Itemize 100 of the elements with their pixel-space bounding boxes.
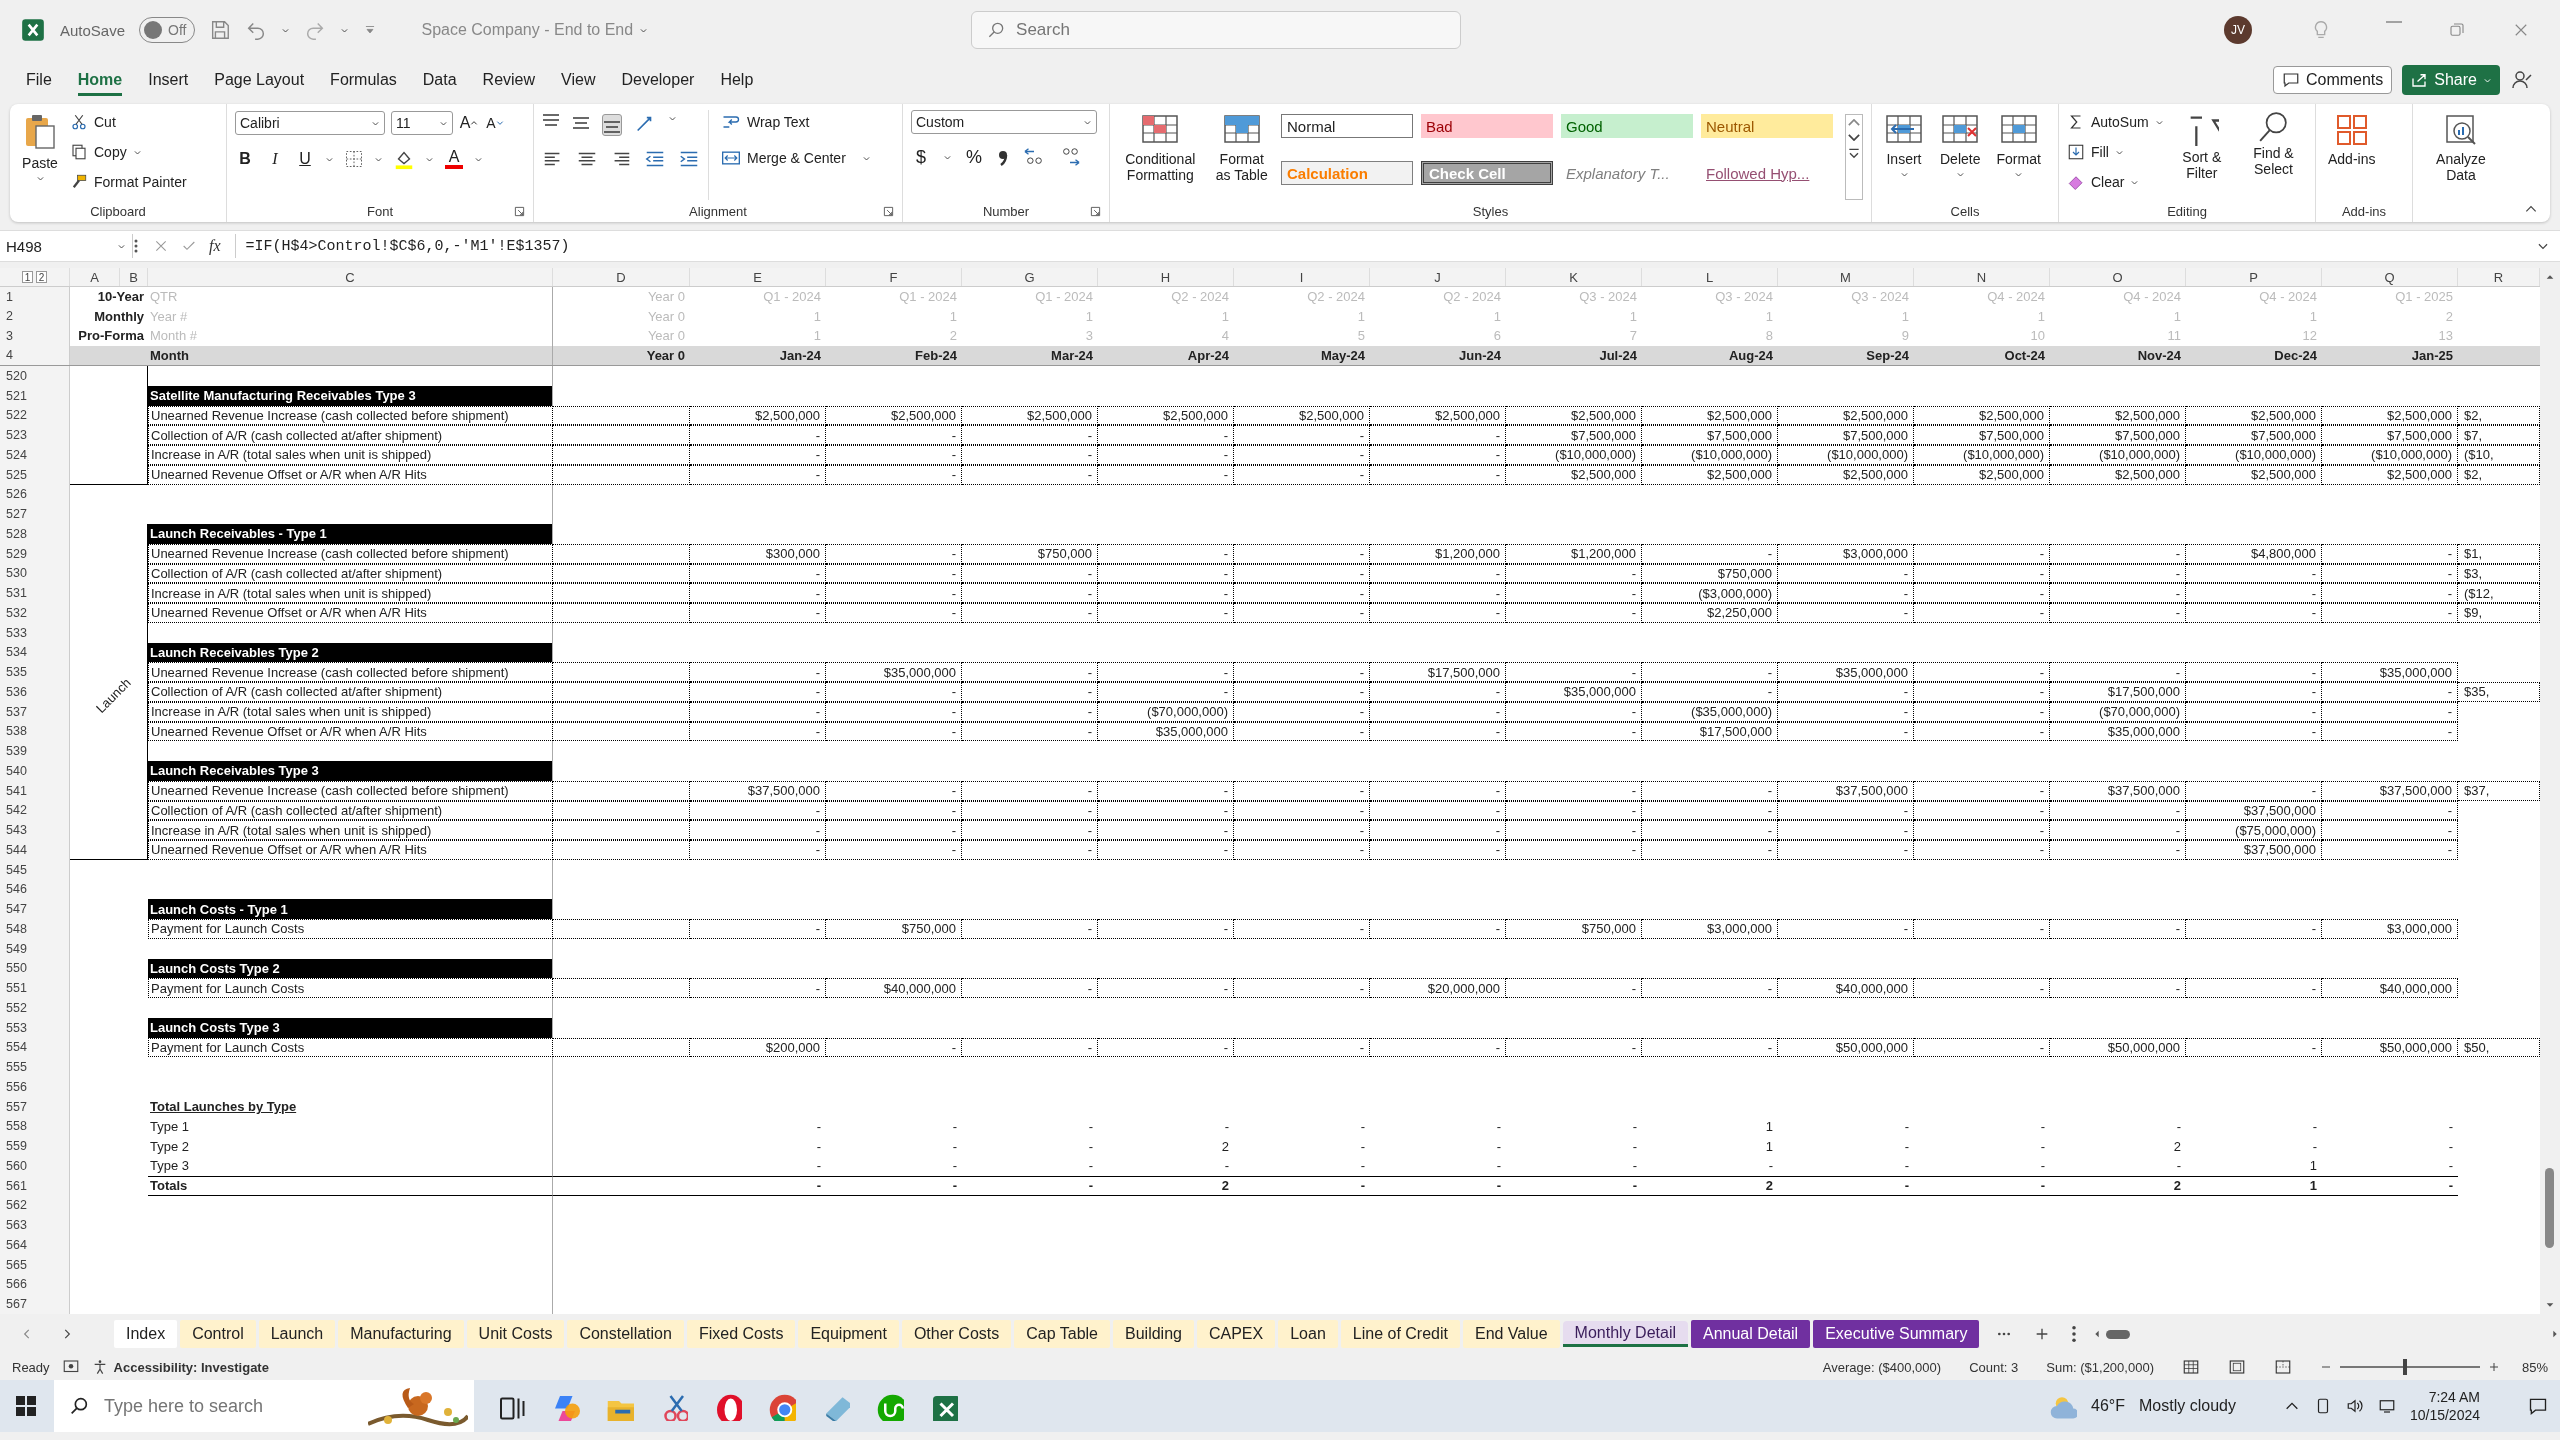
row-number[interactable]: 566 — [0, 1274, 70, 1295]
row-number[interactable]: 548 — [0, 919, 70, 939]
column-header[interactable]: P — [2186, 268, 2322, 286]
column-header[interactable]: G — [962, 268, 1098, 286]
zoom-percent[interactable]: 85% — [2521, 1359, 2548, 1375]
conditional-formatting-button[interactable]: Conditional Formatting — [1118, 110, 1203, 200]
column-header[interactable]: J — [1370, 268, 1506, 286]
search-box[interactable]: Search — [971, 11, 1462, 49]
column-header[interactable]: F — [826, 268, 962, 286]
copy-button[interactable]: Copy — [70, 140, 187, 164]
row-number[interactable]: 522 — [0, 405, 70, 426]
row-number[interactable]: 558 — [0, 1116, 70, 1137]
row-number[interactable]: 531 — [0, 583, 70, 603]
sheet-tab[interactable]: Line of Credit — [1340, 1320, 1460, 1348]
sheet-tab[interactable]: Control — [180, 1320, 256, 1348]
name-box[interactable]: H498 — [0, 234, 133, 258]
ribbon-tab[interactable]: Formulas — [330, 64, 397, 96]
find-select-button[interactable]: Find & Select — [2240, 110, 2307, 200]
cell-style-swatch[interactable]: Normal — [1281, 114, 1413, 138]
row-number[interactable]: 543 — [0, 820, 70, 840]
taskbar-search-field[interactable]: Type here to search — [104, 1380, 304, 1432]
row-number[interactable]: 555 — [0, 1057, 70, 1077]
cell-style-swatch[interactable]: Bad — [1421, 114, 1553, 138]
fill-button[interactable]: Fill — [2067, 140, 2164, 164]
column-header[interactable]: D — [553, 268, 690, 286]
ribbon-tab[interactable]: Help — [720, 64, 754, 96]
row-number[interactable]: 559 — [0, 1136, 70, 1156]
search-field[interactable]: Search — [1016, 12, 1447, 48]
row-number[interactable]: 525 — [0, 464, 70, 485]
sheet-tab[interactable]: Monthly Detail — [1562, 1321, 1688, 1347]
row-number[interactable]: 3 — [0, 326, 70, 346]
cell-style-swatch[interactable]: Good — [1561, 114, 1693, 138]
row-number[interactable]: 533 — [0, 622, 70, 643]
ribbon-tab[interactable]: Home — [77, 64, 123, 96]
sheet-tab[interactable]: Fixed Costs — [686, 1320, 796, 1348]
delete-cells-button[interactable]: Delete — [1936, 110, 1985, 200]
sheet-tab[interactable]: Other Costs — [901, 1320, 1012, 1348]
format-as-table-button[interactable]: Format as Table — [1210, 110, 1273, 200]
format-cells-button[interactable]: Format — [1992, 110, 2045, 200]
grow-font-button[interactable]: A — [459, 110, 479, 136]
row-number[interactable]: 562 — [0, 1195, 70, 1216]
cell-style-swatch[interactable]: Neutral — [1701, 114, 1833, 138]
outline-level-button[interactable]: 2 — [36, 271, 47, 283]
sheet-tab[interactable]: Annual Detail — [1691, 1320, 1811, 1348]
taskbar-search-box[interactable]: Type here to search — [54, 1380, 474, 1432]
share-button[interactable]: Share — [2402, 65, 2500, 95]
row-number[interactable]: 537 — [0, 701, 70, 722]
ribbon-tab[interactable]: Review — [482, 64, 536, 96]
row-number[interactable]: 536 — [0, 682, 70, 702]
row-number[interactable]: 526 — [0, 484, 70, 505]
formula-field[interactable]: =IF(H$4>Control!$C$6,0,-'M1'!E$1357) — [235, 237, 2536, 255]
analyze-data-button[interactable]: Analyze Data — [2421, 110, 2501, 222]
cut-button[interactable]: Cut — [70, 110, 187, 134]
autosum-button[interactable]: AutoSum — [2067, 110, 2164, 134]
number-format-dropdown[interactable]: Custom — [911, 110, 1097, 134]
row-number[interactable]: 552 — [0, 998, 70, 1018]
row-number[interactable]: 534 — [0, 642, 70, 663]
column-header[interactable]: I — [1234, 268, 1370, 286]
insert-function-button[interactable]: fx — [209, 237, 221, 255]
accessibility-status[interactable]: Accessibility: Investigate — [113, 1359, 269, 1375]
column-header[interactable]: H — [1098, 268, 1234, 286]
sheet-tab[interactable]: Unit Costs — [466, 1320, 565, 1348]
clear-button[interactable]: Clear — [2067, 170, 2164, 194]
row-number[interactable]: 557 — [0, 1096, 70, 1117]
sheet-tab[interactable]: End Value — [1462, 1320, 1560, 1348]
row-number[interactable]: 524 — [0, 445, 70, 465]
ribbon-tab[interactable]: Developer — [621, 64, 695, 96]
sheet-tab[interactable]: Constellation — [567, 1320, 684, 1348]
font-color-button[interactable]: A — [444, 146, 464, 172]
column-header[interactable]: A — [70, 268, 120, 286]
paste-button[interactable]: Paste — [18, 110, 62, 200]
row-number[interactable]: 550 — [0, 958, 70, 979]
row-number[interactable]: 523 — [0, 425, 70, 445]
add-ins-button[interactable]: Add-ins — [2324, 110, 2380, 200]
row-number[interactable]: 544 — [0, 840, 70, 860]
row-number[interactable]: 560 — [0, 1156, 70, 1176]
italic-button[interactable]: I — [265, 146, 285, 172]
sheet-tab[interactable]: CAPEX — [1196, 1320, 1276, 1348]
row-number[interactable]: 529 — [0, 543, 70, 564]
row-number[interactable]: 542 — [0, 800, 70, 821]
row-number[interactable]: 538 — [0, 721, 70, 742]
sheet-tab[interactable]: Equipment — [798, 1320, 899, 1348]
row-number[interactable]: 549 — [0, 938, 70, 959]
ribbon-tab[interactable]: Insert — [148, 64, 189, 96]
font-family-dropdown[interactable]: Calibri — [235, 111, 385, 135]
row-number[interactable]: 551 — [0, 978, 70, 998]
row-number[interactable]: 546 — [0, 879, 70, 900]
row-number[interactable]: 535 — [0, 662, 70, 682]
wrap-text-button[interactable]: Wrap Text — [721, 110, 871, 134]
comments-button[interactable]: Comments — [2272, 66, 2393, 94]
sheet-tab[interactable]: Loan — [1278, 1320, 1338, 1348]
format-painter-button[interactable]: Format Painter — [70, 170, 187, 194]
insert-cells-button[interactable]: Insert — [1880, 110, 1928, 200]
row-number[interactable]: 563 — [0, 1215, 70, 1235]
row-number[interactable]: 539 — [0, 741, 70, 761]
column-header[interactable]: K — [1506, 268, 1642, 286]
column-header[interactable]: E — [690, 268, 826, 286]
row-number[interactable]: 1 — [0, 287, 70, 307]
row-number[interactable]: 554 — [0, 1037, 70, 1058]
column-header[interactable]: Q — [2322, 268, 2458, 286]
